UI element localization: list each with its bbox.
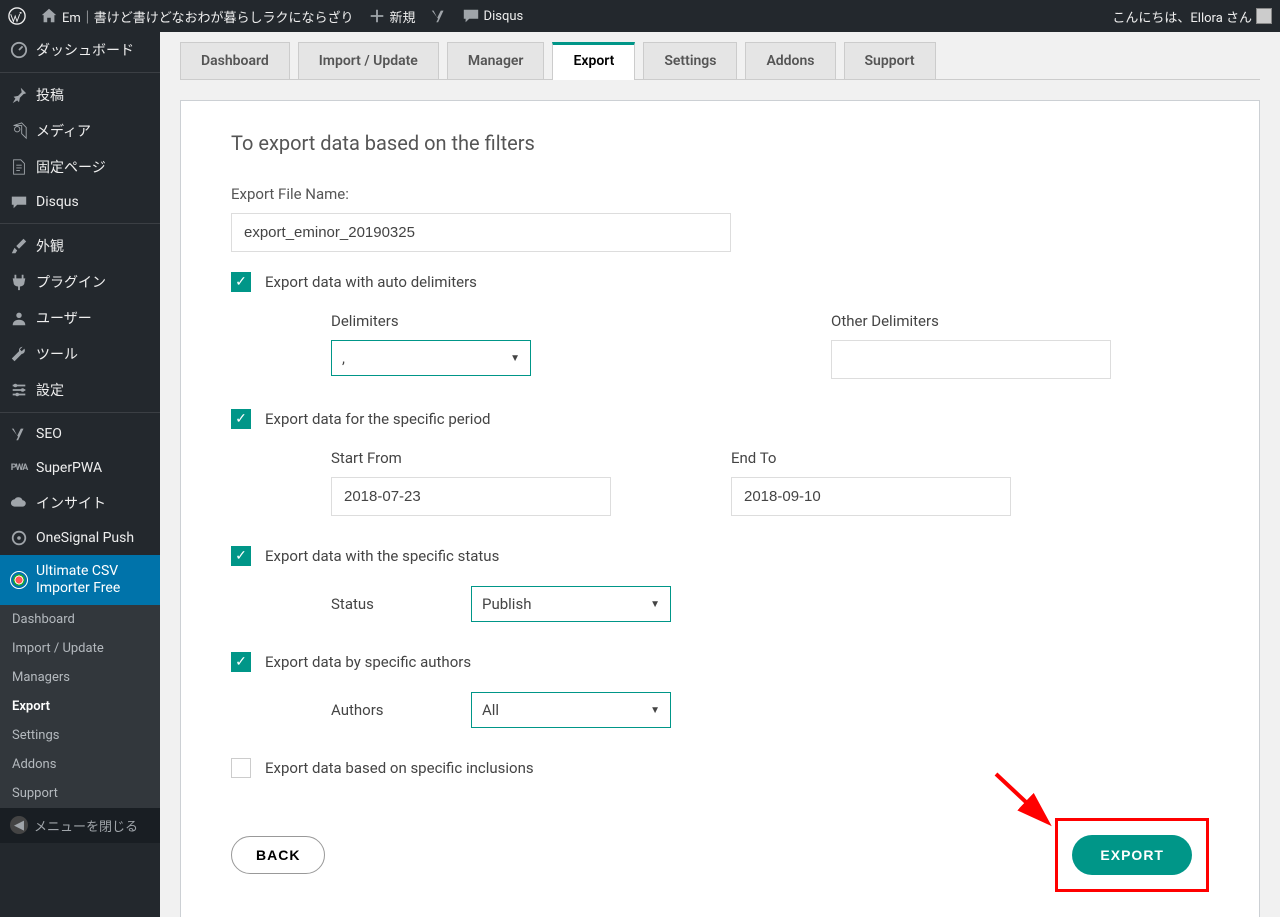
menu-media[interactable]: メディア (0, 113, 160, 149)
tab-dashboard[interactable]: Dashboard (180, 42, 290, 79)
annotation-arrow-icon (988, 766, 1068, 836)
plug-icon (10, 273, 28, 291)
sub-support[interactable]: Support (0, 779, 160, 808)
tabs: Dashboard Import / Update Manager Export… (180, 42, 1260, 80)
admin-bar: Em｜書けど書けどなおわが暮らしラクにならざり 新規 Disqus こんにちは、… (0, 0, 1280, 32)
wp-logo[interactable] (8, 7, 26, 25)
cb-period-label: Export data for the specific period (265, 410, 490, 428)
export-panel: To export data based on the filters Expo… (180, 100, 1260, 917)
sub-import[interactable]: Import / Update (0, 634, 160, 663)
collapse-icon: ◀ (10, 816, 28, 834)
end-label: End To (731, 449, 1011, 467)
sub-managers[interactable]: Managers (0, 663, 160, 692)
admin-sidebar: ダッシュボード 投稿 メディア 固定ページ Disqus 外観 プラグイン ユー… (0, 32, 160, 917)
cb-inclusions-label: Export data based on specific inclusions (265, 759, 534, 777)
tab-import[interactable]: Import / Update (298, 42, 439, 79)
delimiters-label: Delimiters (331, 312, 531, 330)
authors-select[interactable]: All▼ (471, 692, 671, 728)
dashboard-icon (10, 41, 28, 59)
pin-icon (10, 86, 28, 104)
user-icon (10, 309, 28, 327)
menu-appearance[interactable]: 外観 (0, 228, 160, 264)
menu-plugins[interactable]: プラグイン (0, 264, 160, 300)
cb-status-label: Export data with the specific status (265, 547, 499, 565)
csv-icon (10, 571, 28, 589)
delimiters-select[interactable]: ,▼ (331, 340, 531, 376)
tab-settings[interactable]: Settings (643, 42, 737, 79)
wrench-icon (10, 345, 28, 363)
new-link[interactable]: 新規 (368, 7, 416, 26)
panel-heading: To export data based on the filters (231, 131, 1209, 155)
menu-tools[interactable]: ツール (0, 336, 160, 372)
export-button[interactable]: EXPORT (1072, 835, 1192, 875)
site-link[interactable]: Em｜書けど書けどなおわが暮らしラクにならざり (40, 7, 354, 26)
brush-icon (10, 237, 28, 255)
start-label: Start From (331, 449, 611, 467)
filename-input[interactable] (231, 213, 731, 252)
seo-icon (10, 425, 28, 443)
yoast-icon[interactable] (430, 7, 448, 25)
comment-icon (10, 193, 28, 211)
page-icon (10, 158, 28, 176)
collapse-menu[interactable]: ◀メニューを閉じる (0, 808, 160, 843)
sub-dashboard[interactable]: Dashboard (0, 605, 160, 634)
pwa-icon: PWA (10, 459, 28, 477)
disqus-link[interactable]: Disqus (462, 7, 524, 25)
media-icon (10, 122, 28, 140)
menu-seo[interactable]: SEO (0, 417, 160, 451)
greeting-link[interactable]: こんにちは、Ellora さん (1112, 7, 1272, 26)
export-highlight-annotation: EXPORT (1055, 818, 1209, 892)
cb-auto-label: Export data with auto delimiters (265, 273, 477, 291)
menu-csv-importer[interactable]: Ultimate CSV Importer Free (0, 555, 160, 605)
tab-addons[interactable]: Addons (745, 42, 835, 79)
tab-support[interactable]: Support (844, 42, 936, 79)
menu-onesignal[interactable]: OneSignal Push (0, 521, 160, 555)
tab-export[interactable]: Export (552, 42, 635, 80)
cb-authors-label: Export data by specific authors (265, 653, 471, 671)
sub-export[interactable]: Export (0, 692, 160, 721)
avatar (1256, 8, 1272, 24)
bell-icon (10, 529, 28, 547)
checkbox-inclusions[interactable] (231, 758, 251, 778)
status-label: Status (331, 595, 411, 613)
checkbox-status[interactable]: ✓ (231, 546, 251, 566)
menu-pages[interactable]: 固定ページ (0, 149, 160, 185)
site-title: Em｜書けど書けどなおわが暮らしラクにならざり (62, 7, 354, 26)
authors-label: Authors (331, 701, 411, 719)
menu-disqus[interactable]: Disqus (0, 185, 160, 219)
menu-users[interactable]: ユーザー (0, 300, 160, 336)
sliders-icon (10, 381, 28, 399)
checkbox-period[interactable]: ✓ (231, 409, 251, 429)
chevron-down-icon: ▼ (650, 705, 660, 716)
chevron-down-icon: ▼ (650, 599, 660, 610)
menu-posts[interactable]: 投稿 (0, 77, 160, 113)
sub-settings[interactable]: Settings (0, 721, 160, 750)
menu-settings[interactable]: 設定 (0, 372, 160, 408)
end-date-input[interactable] (731, 477, 1011, 516)
checkbox-auto-delimiters[interactable]: ✓ (231, 272, 251, 292)
menu-insights[interactable]: インサイト (0, 485, 160, 521)
other-delim-label: Other Delimiters (831, 312, 1111, 330)
sub-addons[interactable]: Addons (0, 750, 160, 779)
menu-superpwa[interactable]: PWASuperPWA (0, 451, 160, 485)
filename-label: Export File Name: (231, 185, 1209, 203)
back-button[interactable]: BACK (231, 836, 325, 874)
tab-manager[interactable]: Manager (447, 42, 545, 79)
other-delim-input[interactable] (831, 340, 1111, 379)
status-select[interactable]: Publish▼ (471, 586, 671, 622)
menu-dashboard[interactable]: ダッシュボード (0, 32, 160, 68)
submenu: Dashboard Import / Update Managers Expor… (0, 605, 160, 808)
cloud-icon (10, 494, 28, 512)
start-date-input[interactable] (331, 477, 611, 516)
checkbox-authors[interactable]: ✓ (231, 652, 251, 672)
chevron-down-icon: ▼ (510, 353, 520, 364)
